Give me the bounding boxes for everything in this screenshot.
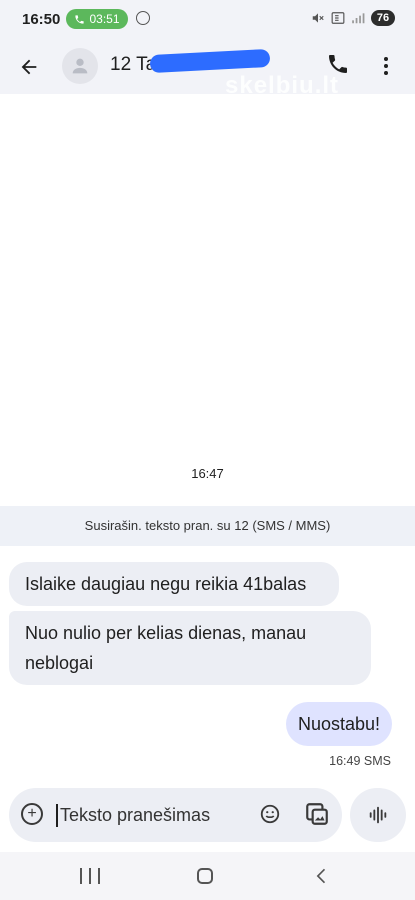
recents-button[interactable] bbox=[80, 868, 100, 884]
voice-record-button[interactable] bbox=[350, 788, 406, 842]
more-options-button[interactable] bbox=[376, 52, 396, 80]
home-button[interactable] bbox=[197, 868, 213, 884]
gallery-button[interactable] bbox=[304, 801, 330, 827]
system-nav-bar bbox=[0, 852, 415, 900]
5g-icon bbox=[331, 12, 345, 24]
phone-icon bbox=[329, 55, 347, 73]
add-attachment-button[interactable]: + bbox=[21, 803, 43, 825]
status-bar: 16:50 03:51 76 bbox=[0, 0, 415, 38]
compose-bar: + bbox=[9, 788, 342, 842]
gallery-icon bbox=[306, 803, 328, 825]
text-cursor bbox=[56, 804, 58, 827]
emoji-button[interactable] bbox=[259, 803, 281, 825]
conversation-header: 12 Tad skelbiu.lt bbox=[0, 38, 415, 99]
voice-icon bbox=[369, 806, 387, 824]
system-back-button[interactable] bbox=[312, 866, 332, 886]
mute-icon bbox=[312, 13, 324, 23]
messenger-icon bbox=[136, 11, 150, 25]
back-arrow-icon bbox=[21, 59, 37, 75]
status-time: 16:50 bbox=[22, 11, 61, 28]
outgoing-message[interactable]: Nuostabu! bbox=[286, 702, 392, 746]
recents-icon bbox=[80, 868, 82, 884]
message-status: 16:49 SMS bbox=[329, 754, 391, 768]
call-duration: 03:51 bbox=[89, 12, 120, 26]
back-icon bbox=[316, 868, 326, 884]
incoming-message[interactable]: Islaike daugiau negu reikia 41balas bbox=[9, 562, 339, 606]
message-timestamp: 16:47 bbox=[191, 466, 224, 481]
more-vert-icon bbox=[384, 57, 388, 61]
battery-icon: 76 bbox=[371, 10, 395, 26]
back-button[interactable] bbox=[16, 54, 42, 80]
phone-icon bbox=[75, 14, 85, 24]
message-list[interactable] bbox=[0, 94, 415, 506]
contact-avatar[interactable] bbox=[62, 48, 98, 84]
call-button[interactable] bbox=[326, 52, 352, 78]
incoming-message[interactable]: Nuo nulio per kelias dienas, manau neblo… bbox=[9, 611, 371, 685]
sim-banner: Susirašin. teksto pran. su 12 (SMS / MMS… bbox=[0, 506, 415, 546]
person-icon bbox=[72, 58, 88, 74]
emoji-icon bbox=[260, 804, 280, 824]
add-icon: + bbox=[27, 805, 37, 822]
status-icons: 76 bbox=[311, 10, 395, 26]
message-input[interactable] bbox=[60, 801, 250, 829]
signal-icon bbox=[352, 13, 365, 24]
ongoing-call-pill[interactable]: 03:51 bbox=[66, 9, 128, 29]
redaction-mark bbox=[149, 48, 271, 74]
